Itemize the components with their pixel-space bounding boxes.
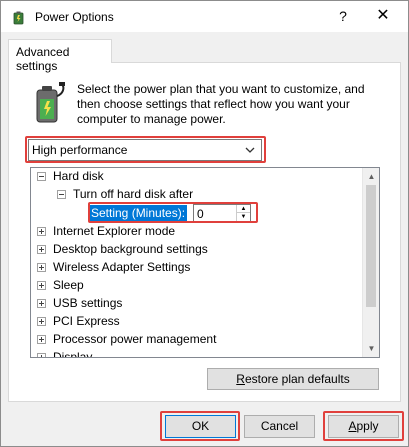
tree-item-desktop-background[interactable]: Desktop background settings <box>31 241 361 259</box>
highlight-setting-minutes <box>88 202 258 223</box>
tree-item-internet-explorer-mode[interactable]: Internet Explorer mode <box>31 223 361 241</box>
expand-icon[interactable] <box>37 317 46 326</box>
expand-icon[interactable] <box>37 299 46 308</box>
tree-item-hard-disk[interactable]: Hard disk <box>31 168 361 186</box>
tree-item-label: Turn off hard disk after <box>73 187 194 201</box>
scroll-thumb[interactable] <box>366 185 376 307</box>
tree-item-label: Hard disk <box>53 169 104 183</box>
collapse-icon[interactable] <box>37 172 46 181</box>
highlight-apply-button <box>323 411 404 441</box>
scroll-down-icon[interactable]: ▼ <box>363 340 379 357</box>
scroll-up-icon[interactable]: ▲ <box>363 168 379 185</box>
tree-item-sleep[interactable]: Sleep <box>31 277 361 295</box>
tree-item-processor-power[interactable]: Processor power management <box>31 331 361 349</box>
tree-item-usb-settings[interactable]: USB settings <box>31 295 361 313</box>
tab-label: Advanced settings <box>16 45 70 73</box>
tree-item-label: Wireless Adapter Settings <box>53 260 191 274</box>
highlight-ok-button <box>160 411 240 441</box>
restore-plan-defaults-button[interactable]: Restore plan defaults <box>207 368 379 390</box>
battery-plug-icon <box>36 82 65 123</box>
tree-item-display[interactable]: Display <box>31 349 361 358</box>
expand-icon[interactable] <box>37 227 46 236</box>
close-button[interactable]: ✕ <box>371 5 395 27</box>
expand-icon[interactable] <box>37 263 46 272</box>
window-title: Power Options <box>35 10 114 24</box>
tree-item-label: Desktop background settings <box>53 242 208 256</box>
tree-item-wireless-adapter[interactable]: Wireless Adapter Settings <box>31 259 361 277</box>
tree-item-pci-express[interactable]: PCI Express <box>31 313 361 331</box>
tree-item-label: PCI Express <box>53 314 120 328</box>
tree-item-label: USB settings <box>53 296 123 310</box>
expand-icon[interactable] <box>37 335 46 344</box>
settings-tree[interactable]: Hard disk Turn off hard disk after Setti… <box>30 167 380 358</box>
title-bar: Power Options ? ✕ <box>1 1 408 32</box>
expand-icon[interactable] <box>37 281 46 290</box>
tab-advanced-settings[interactable]: Advanced settings <box>8 39 112 73</box>
tree-item-label: Display <box>53 350 93 358</box>
cancel-button[interactable]: Cancel <box>244 415 315 438</box>
help-button[interactable]: ? <box>331 5 355 27</box>
tree-item-label: Internet Explorer mode <box>53 224 176 238</box>
power-options-dialog: Power Options ? ✕ Advanced settings Sele… <box>0 0 409 447</box>
power-options-icon <box>13 11 24 25</box>
tree-item-label: Processor power management <box>53 332 217 346</box>
description-text: Select the power plan that you want to c… <box>77 82 365 126</box>
expand-icon[interactable] <box>37 353 46 357</box>
expand-icon[interactable] <box>37 245 46 254</box>
tree-scrollbar[interactable]: ▲ ▼ <box>362 168 379 357</box>
tree-item-label: Sleep <box>53 278 84 292</box>
highlight-plan-dropdown <box>25 136 266 163</box>
collapse-icon[interactable] <box>57 190 66 199</box>
